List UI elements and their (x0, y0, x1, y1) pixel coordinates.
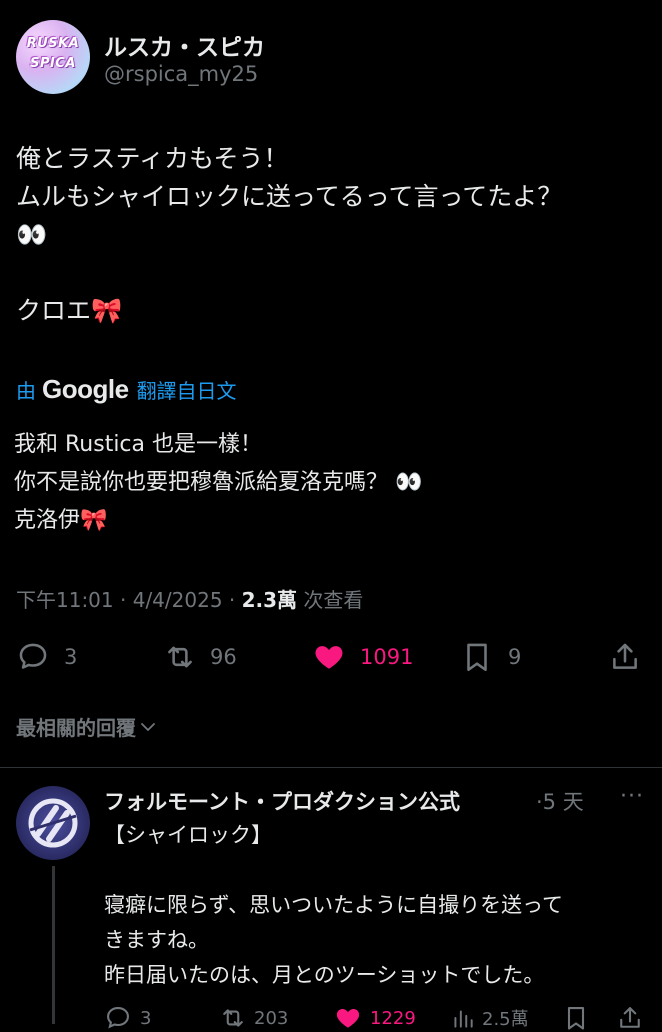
repost-button[interactable]: 96 (162, 640, 237, 674)
sort-label: 最相關的回覆 (16, 716, 136, 740)
reply-count: 3 (64, 645, 78, 669)
post-text: 俺とラスティカもそう！ ムルもシャイロックに送ってるって言ってたよ？ 👀 クロエ… (16, 144, 563, 325)
bookmark-icon (567, 1007, 585, 1030)
reply-reply-button[interactable]: 3 (104, 1004, 151, 1032)
meta-separator: · (113, 588, 133, 612)
heart-filled-icon (315, 646, 343, 669)
reply-views-count: 2.5萬 (482, 1009, 529, 1030)
like-count: 1091 (360, 645, 414, 669)
translated-text: 我和 Rustica 也是一樣！ 你不是說你也要把穆魯派給夏洛克嗎？ 👀 克洛伊… (14, 432, 423, 533)
post-meta: 下午11:01 · 4/4/2025 · 2.3萬 次查看 (16, 584, 363, 613)
reply-views-button[interactable]: 2.5萬 (450, 1004, 529, 1032)
reply-button[interactable]: 3 (16, 640, 77, 674)
studio-logo-icon (28, 798, 78, 848)
reply-repost-count: 203 (254, 1007, 289, 1029)
reply-like-button[interactable]: 1229 (334, 1004, 416, 1032)
share-icon (620, 1007, 640, 1028)
reply-like-count: 1229 (370, 1007, 416, 1029)
avatar-logo-line1: RUSKA (26, 36, 80, 51)
reply-reply-count: 3 (140, 1007, 152, 1029)
reply-repost-button[interactable]: 203 (218, 1004, 288, 1032)
post-time[interactable]: 下午11:01 (16, 588, 114, 612)
more-options-icon[interactable]: ··· (620, 784, 644, 809)
share-button[interactable] (608, 640, 642, 674)
like-button[interactable]: 1091 (312, 640, 413, 674)
author-handle[interactable]: @rspica_my25 (104, 62, 258, 86)
thread-line (52, 866, 55, 1024)
translation-label[interactable]: 翻譯自日文 (137, 375, 237, 404)
bookmark-count: 9 (508, 645, 522, 669)
repost-icon (168, 646, 192, 668)
views-label[interactable]: 次查看 (297, 588, 363, 612)
google-logo: Google (42, 374, 129, 404)
bookmark-icon (467, 643, 487, 672)
analytics-icon (454, 1010, 473, 1028)
translation-attribution[interactable]: 由 Google 翻譯自日文 (16, 374, 237, 405)
share-icon (613, 643, 637, 669)
repost-count: 96 (210, 645, 237, 669)
author-display-name[interactable]: ルスカ・スピカ (104, 28, 265, 62)
reply-icon (107, 1007, 129, 1029)
meta-separator: · (222, 588, 242, 612)
reply-author-avatar[interactable] (16, 786, 90, 860)
post-date[interactable]: 4/4/2025 (133, 588, 223, 612)
chevron-down-icon (141, 722, 155, 731)
reply-bookmark-button[interactable] (564, 1004, 588, 1032)
author-avatar[interactable]: RUSKA SPICA (16, 20, 90, 94)
reply-sort-dropdown[interactable]: 最相關的回覆 (16, 712, 158, 741)
reply-text: 【シャイロック】 寝癖に限らず、思いついたように自撮りを送って きますね。 昨日… (104, 823, 564, 987)
translation-by: 由 (16, 379, 36, 403)
avatar-logo-line2: SPICA (30, 56, 76, 71)
views-count[interactable]: 2.3萬 (242, 588, 297, 612)
reply-share-button[interactable] (616, 1004, 644, 1032)
bookmark-button[interactable]: 9 (462, 640, 521, 674)
reply-author-name[interactable]: フォルモーント・プロダクション公式 (104, 786, 460, 816)
heart-filled-icon (336, 1009, 360, 1028)
reply-time[interactable]: ·5 天 (536, 786, 584, 816)
divider (0, 767, 662, 768)
repost-icon (223, 1009, 243, 1027)
reply-icon (19, 643, 47, 669)
